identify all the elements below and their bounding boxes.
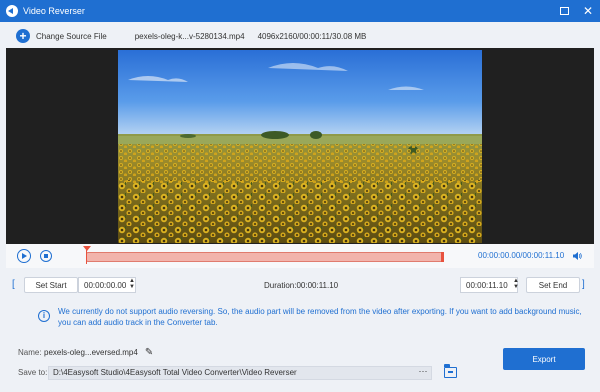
current-time: 00:00:00.00 [478, 251, 521, 260]
duration-label: Duration:00:00:11.10 [264, 281, 339, 290]
maximize-button[interactable] [558, 5, 570, 17]
export-button[interactable]: Export [503, 348, 585, 370]
save-to-label: Save to: [18, 368, 48, 377]
info-icon: i [38, 310, 50, 322]
close-icon: ✕ [582, 4, 594, 18]
window-controls: ✕ [558, 0, 594, 22]
browse-path-button[interactable]: ··· [414, 366, 432, 380]
trim-start-handle[interactable] [83, 246, 91, 266]
right-bracket-icon: ] [582, 279, 585, 290]
stop-button[interactable] [40, 250, 52, 262]
volume-icon[interactable] [572, 251, 582, 261]
time-readout: 00:00:00.00/00:00:11.10 [478, 251, 564, 260]
timeline-track[interactable] [86, 252, 444, 262]
open-folder-icon[interactable] [443, 364, 457, 378]
total-time: 00:00:11.10 [522, 251, 565, 260]
left-bracket-icon: [ [12, 279, 15, 290]
video-frame [118, 50, 482, 243]
save-path-field[interactable]: D:\4Easysoft Studio\4Easysoft Total Vide… [48, 366, 432, 380]
pencil-icon[interactable]: ✎ [145, 347, 153, 358]
notice-line-1: We currently do not support audio revers… [58, 307, 582, 316]
change-source-button[interactable]: + Change Source File [6, 29, 107, 43]
close-button[interactable]: ✕ [582, 5, 594, 17]
set-start-button[interactable]: Set Start [24, 277, 78, 293]
sunflower-field-image [118, 50, 482, 243]
start-time-spinner[interactable]: ▲ ▼ [128, 278, 136, 292]
window-title: Video Reverser [23, 6, 85, 16]
trim-controls: [ Set Start 00:00:00.00 ▲ ▼ Duration:00:0… [12, 277, 588, 293]
video-preview-panel [6, 48, 594, 244]
maximize-icon [559, 7, 569, 15]
play-button[interactable] [17, 249, 31, 263]
audio-notice: i We currently do not support audio reve… [30, 302, 582, 330]
output-name-value: pexels-oleg...eversed.mp4 [44, 347, 138, 357]
end-time-spinner[interactable]: ▲ ▼ [512, 278, 520, 292]
source-toolbar: + Change Source File pexels-oleg-k...v-5… [6, 24, 594, 48]
source-file-name: pexels-oleg-k...v-5280134.mp4 [134, 31, 245, 41]
title-bar: Video Reverser ✕ [0, 0, 600, 22]
trim-end-handle[interactable] [441, 252, 444, 262]
app-icon [6, 5, 18, 17]
plus-icon: + [16, 29, 30, 43]
timeline-row: 00:00:00.00/00:00:11.10 [6, 244, 594, 268]
name-label: Name: [18, 347, 42, 357]
end-time-input[interactable]: 00:00:11.10 [460, 277, 518, 293]
set-end-button[interactable]: Set End [526, 277, 580, 293]
change-source-label: Change Source File [36, 31, 107, 41]
notice-line-2: you can add audio track in the Converter… [58, 318, 218, 327]
source-file-info: 4096x2160/00:00:11/30.08 MB [257, 31, 367, 41]
output-name-row: Name: pexels-oleg...eversed.mp4 ✎ [18, 346, 153, 358]
